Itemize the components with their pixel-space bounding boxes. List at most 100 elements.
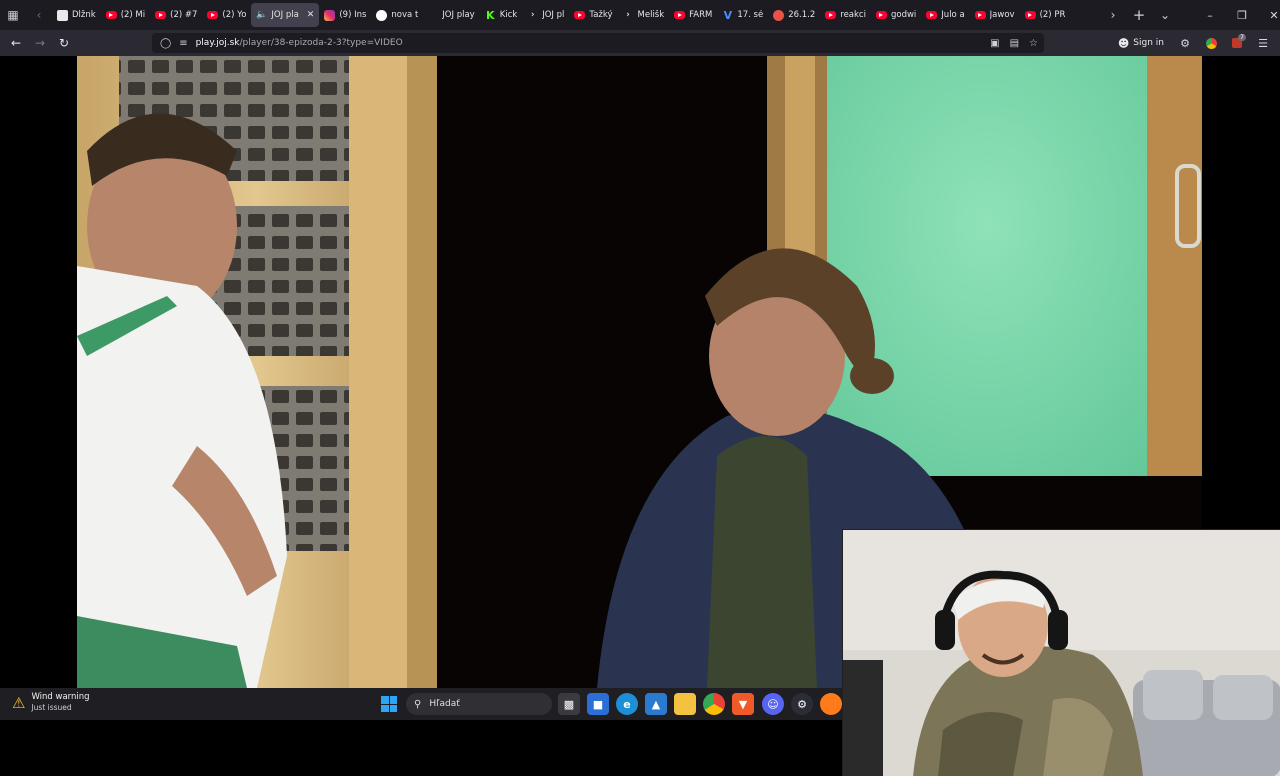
task-view-icon[interactable]: ▩ bbox=[558, 693, 580, 715]
menu-icon[interactable]: ☰ bbox=[1252, 32, 1274, 54]
url-text[interactable]: play.joj.sk/player/38-epizoda-2-3?type=V… bbox=[196, 38, 403, 48]
tab-list: Dĺžnk (2) Mi (2) #7 (2) Yo 🔈 JOJ pla ✕ (9)… bbox=[52, 0, 1100, 30]
reader-view-icon[interactable]: ▤ bbox=[1010, 38, 1019, 49]
restore-icon[interactable]: ❐ bbox=[1226, 0, 1258, 30]
url-domain: play.joj.sk bbox=[195, 38, 240, 48]
tab[interactable]: reakci bbox=[820, 3, 871, 27]
tab[interactable]: › Melišk bbox=[618, 3, 670, 27]
reload-icon[interactable]: ↻ bbox=[52, 30, 76, 56]
chrome-icon[interactable] bbox=[703, 693, 725, 715]
document-icon bbox=[57, 9, 68, 21]
tab[interactable]: › JOJ pl bbox=[522, 3, 569, 27]
youtube-icon bbox=[875, 11, 887, 19]
account-icon: ☻ bbox=[1117, 36, 1130, 50]
tab[interactable]: godwi bbox=[871, 3, 921, 27]
sign-in-label: Sign in bbox=[1133, 38, 1164, 48]
tab-label: Kick bbox=[499, 10, 518, 20]
webcam-overlay bbox=[842, 529, 1280, 776]
search-icon: ⚲ bbox=[414, 698, 422, 710]
youtube-icon bbox=[105, 11, 117, 19]
file-explorer-icon[interactable] bbox=[674, 693, 696, 715]
kick-icon: K bbox=[485, 8, 495, 22]
instagram-icon bbox=[324, 9, 336, 21]
forward-icon[interactable]: → bbox=[28, 30, 52, 56]
store-icon[interactable]: ■ bbox=[587, 693, 609, 715]
tab-label: Ťažký bbox=[589, 10, 613, 20]
discord-icon[interactable]: ☺ bbox=[762, 693, 784, 715]
taskbar-search[interactable]: ⚲ Hľadať bbox=[406, 693, 552, 715]
tab[interactable]: V 17. sé bbox=[717, 3, 768, 27]
navigation-toolbar: ← → ↻ ◯ ≡ play.joj.sk/player/38-epizoda-… bbox=[0, 30, 1280, 56]
tab-label: (2) PR bbox=[1039, 10, 1066, 20]
list-tabs-icon[interactable]: ⌄ bbox=[1152, 0, 1178, 30]
weather-notification[interactable]: ⚠ Wind warning Just issued bbox=[12, 692, 90, 713]
brave-icon[interactable]: ▼ bbox=[732, 693, 754, 715]
tab-label: godwi bbox=[890, 10, 917, 20]
webcam-scene bbox=[843, 530, 1280, 776]
addon-icon[interactable]: 7 bbox=[1226, 32, 1248, 54]
photos-icon[interactable]: ▲ bbox=[645, 693, 667, 715]
tab-overview-icon[interactable]: ▦ bbox=[0, 0, 26, 30]
scroll-tabs-left-icon[interactable]: ‹ bbox=[26, 0, 52, 30]
tab[interactable]: Dĺžnk bbox=[52, 3, 101, 27]
tab[interactable]: K Kick bbox=[480, 3, 523, 27]
tab-label: Jawov bbox=[989, 10, 1015, 20]
youtube-icon bbox=[926, 11, 938, 19]
toolbar-right: ☻ Sign in ⚙ 7 ☰ bbox=[1112, 30, 1280, 56]
minimize-icon[interactable]: – bbox=[1194, 0, 1226, 30]
joj-icon: › bbox=[626, 10, 630, 20]
notification-text: Wind warning Just issued bbox=[31, 692, 89, 713]
browser-extension-icon[interactable] bbox=[1200, 32, 1222, 54]
permissions-icon[interactable]: ≡ bbox=[179, 38, 187, 49]
tab[interactable]: (2) Mi bbox=[101, 3, 150, 27]
tab-active[interactable]: 🔈 JOJ pla ✕ bbox=[251, 3, 320, 27]
tab-label: (2) #7 bbox=[170, 10, 198, 20]
tab-label: Melišk bbox=[637, 10, 665, 20]
window-controls: › + ⌄ – ❐ ✕ bbox=[1100, 0, 1280, 30]
edge-icon[interactable]: e bbox=[616, 693, 638, 715]
tab-label: Julo a bbox=[941, 10, 965, 20]
scroll-tabs-right-icon[interactable]: › bbox=[1100, 0, 1126, 30]
warning-icon: ⚠ bbox=[12, 693, 26, 712]
v-icon: V bbox=[723, 8, 733, 22]
tab[interactable]: (2) Yo bbox=[202, 3, 251, 27]
tab-label: (9) Ins bbox=[339, 10, 367, 20]
tab[interactable]: (2) PR bbox=[1020, 3, 1071, 27]
tab[interactable]: 26.1.2 bbox=[768, 3, 820, 27]
back-icon[interactable]: ← bbox=[4, 30, 28, 56]
youtube-icon bbox=[155, 11, 167, 19]
tab[interactable]: Jawov bbox=[970, 3, 1020, 27]
tab[interactable]: Julo a bbox=[921, 3, 969, 27]
tab-label: Dĺžnk bbox=[72, 10, 96, 20]
address-bar-actions: ▣ ▤ ☆ bbox=[990, 33, 1038, 53]
extension-badge: 7 bbox=[1238, 34, 1246, 41]
tab[interactable]: JOJ play bbox=[423, 3, 479, 27]
tab[interactable]: (2) #7 bbox=[150, 3, 202, 27]
sign-in-button[interactable]: ☻ Sign in bbox=[1112, 37, 1170, 50]
close-tab-icon[interactable]: ✕ bbox=[307, 10, 315, 20]
taskbar: ⚠ Wind warning Just issued ⚲ Hľadať ▩ ■ … bbox=[0, 688, 842, 720]
youtube-icon bbox=[207, 11, 219, 19]
youtube-icon bbox=[825, 11, 837, 19]
tab[interactable]: nova t bbox=[371, 3, 423, 27]
red-circle-icon bbox=[773, 9, 785, 21]
new-tab-icon[interactable]: + bbox=[1126, 0, 1152, 30]
shield-icon[interactable]: ◯ bbox=[160, 38, 171, 49]
firefox-icon[interactable] bbox=[820, 693, 842, 715]
video-player[interactable] bbox=[0, 56, 1280, 776]
tab-label: FARM bbox=[689, 10, 713, 20]
steam-icon[interactable]: ⚙ bbox=[791, 693, 813, 715]
tab[interactable]: Ťažký bbox=[569, 3, 617, 27]
windows-start-icon[interactable] bbox=[381, 696, 397, 712]
tab-label: 26.1.2 bbox=[788, 10, 816, 20]
tab[interactable]: FARM bbox=[669, 3, 717, 27]
search-label: Hľadať bbox=[429, 699, 460, 709]
tab[interactable]: (9) Ins bbox=[319, 3, 371, 27]
picture-in-picture-icon[interactable]: ▣ bbox=[990, 38, 999, 49]
extensions-icon[interactable]: ⚙ bbox=[1174, 32, 1196, 54]
address-bar[interactable]: ◯ ≡ play.joj.sk/player/38-epizoda-2-3?ty… bbox=[152, 33, 1044, 53]
tab-label: (2) Mi bbox=[120, 10, 146, 20]
url-path: /player/38-epizoda-2-3?type=VIDEO bbox=[239, 38, 403, 48]
bookmark-star-icon[interactable]: ☆ bbox=[1029, 38, 1038, 49]
close-window-icon[interactable]: ✕ bbox=[1258, 0, 1280, 30]
